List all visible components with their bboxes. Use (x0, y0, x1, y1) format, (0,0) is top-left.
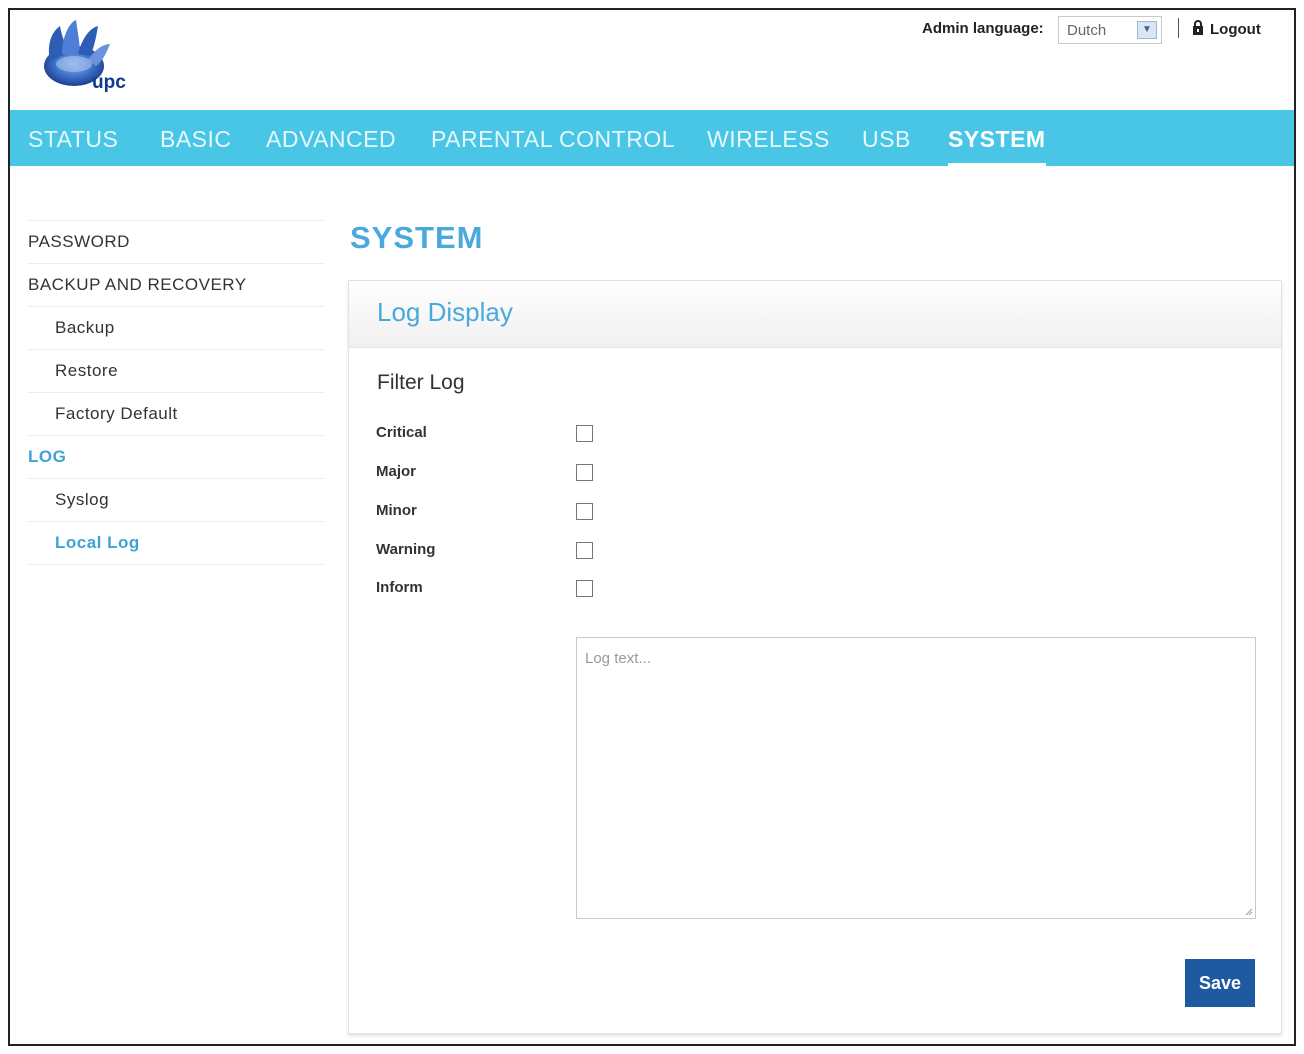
sidebar-item-password[interactable]: PASSWORD (28, 220, 324, 263)
filter-label-inform: Inform (376, 579, 423, 596)
log-text-placeholder: Log text... (585, 650, 651, 667)
checkbox-critical[interactable] (576, 425, 593, 442)
sidebar-item-syslog[interactable]: Syslog (28, 478, 324, 521)
chevron-down-icon[interactable]: ▼ (1137, 21, 1157, 39)
tab-parental-control[interactable]: PARENTAL CONTROL (431, 110, 675, 166)
filter-log-title: Filter Log (377, 371, 465, 394)
tab-basic[interactable]: BASIC (160, 110, 232, 166)
checkbox-minor[interactable] (576, 503, 593, 520)
checkbox-warning[interactable] (576, 542, 593, 559)
sidebar-item-log[interactable]: LOG (28, 435, 324, 478)
tab-advanced[interactable]: ADVANCED (266, 110, 396, 166)
filter-label-warning: Warning (376, 541, 436, 558)
logo-text: upc (92, 72, 126, 93)
sidebar: PASSWORD BACKUP AND RECOVERY Backup Rest… (28, 220, 324, 566)
tab-status[interactable]: STATUS (28, 110, 118, 166)
sidebar-divider (28, 564, 324, 566)
logout-link[interactable]: Logout (1192, 20, 1261, 38)
sidebar-item-factory-default[interactable]: Factory Default (28, 392, 324, 435)
language-select-value: Dutch (1067, 22, 1107, 39)
page-title: SYSTEM (350, 220, 484, 255)
resize-grip-icon[interactable] (1244, 907, 1253, 916)
logout-label: Logout (1210, 21, 1261, 38)
tab-usb[interactable]: USB (862, 110, 911, 166)
sidebar-item-backup-and-recovery[interactable]: BACKUP AND RECOVERY (28, 263, 324, 306)
main-nav: STATUS BASIC ADVANCED PARENTAL CONTROL W… (10, 110, 1294, 166)
checkbox-major[interactable] (576, 464, 593, 481)
checkbox-inform[interactable] (576, 580, 593, 597)
language-select[interactable]: Dutch ▼ (1058, 16, 1162, 44)
panel-title: Log Display (377, 297, 513, 327)
tab-system[interactable]: SYSTEM (948, 110, 1046, 166)
admin-language-label: Admin language: (922, 20, 1044, 37)
log-display-panel: Log Display Filter Log Critical Major Mi… (348, 280, 1282, 1034)
app-window: upc Admin language: Dutch ▼ Logout STATU… (8, 8, 1296, 1046)
log-text-area[interactable]: Log text... (576, 637, 1256, 919)
lock-icon (1193, 20, 1203, 35)
header-divider (1178, 18, 1179, 38)
sidebar-item-restore[interactable]: Restore (28, 349, 324, 392)
save-button[interactable]: Save (1185, 959, 1255, 1007)
sidebar-item-backup[interactable]: Backup (28, 306, 324, 349)
filter-label-major: Major (376, 463, 417, 480)
filter-label-critical: Critical (376, 424, 427, 441)
sidebar-item-local-log[interactable]: Local Log (28, 521, 324, 564)
panel-header: Log Display (349, 281, 1281, 348)
tab-wireless[interactable]: WIRELESS (707, 110, 830, 166)
filter-label-minor: Minor (376, 502, 417, 519)
